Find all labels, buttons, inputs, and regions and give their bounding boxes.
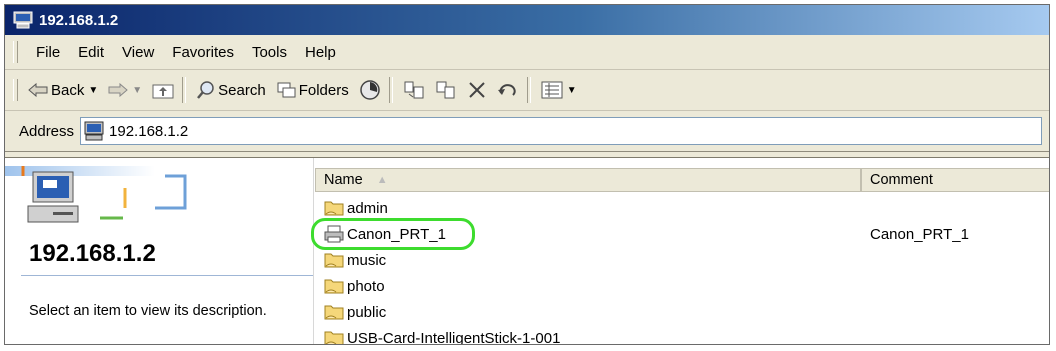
back-button[interactable]: Back ▼ <box>28 75 98 105</box>
folders-label: Folders <box>298 81 349 99</box>
toolbar-separator <box>388 77 393 103</box>
address-label: Address <box>19 122 75 140</box>
history-icon <box>359 80 380 100</box>
forward-arrow-icon <box>108 83 129 97</box>
toolbar-grip[interactable] <box>13 79 18 101</box>
menu-bar: File Edit View Favorites Tools Help <box>5 35 1049 70</box>
title-bar[interactable]: 192.168.1.2 <box>5 5 1049 35</box>
delete-x-icon <box>469 82 485 98</box>
menu-edit[interactable]: Edit <box>78 44 104 61</box>
pane-divider <box>21 275 313 276</box>
menu-tools[interactable]: Tools <box>252 44 287 61</box>
menu-favorites[interactable]: Favorites <box>172 44 234 61</box>
content-area: 192.168.1.2 Select an item to view its d… <box>5 157 1049 344</box>
views-dropdown-icon[interactable]: ▼ <box>567 85 577 96</box>
back-dropdown-icon[interactable]: ▼ <box>88 85 98 96</box>
shared-folder-icon <box>324 253 344 268</box>
forward-button[interactable]: ▼ <box>108 75 142 105</box>
computer-icon <box>27 171 79 223</box>
list-item[interactable]: music <box>323 248 386 272</box>
menu-file[interactable]: File <box>36 44 60 61</box>
column-header-comment[interactable]: Comment <box>861 168 1049 192</box>
list-item[interactable]: public <box>323 300 386 324</box>
list-item[interactable]: photo <box>323 274 385 298</box>
shared-folder-icon <box>324 305 344 320</box>
details-pane: 192.168.1.2 Select an item to view its d… <box>5 158 314 344</box>
back-arrow-icon <box>28 83 48 97</box>
list-item[interactable]: USB-Card-IntelligentStick-1-001 <box>323 326 561 345</box>
computer-icon <box>84 121 104 141</box>
toolbar-separator <box>182 77 187 103</box>
up-folder-button[interactable] <box>152 75 174 105</box>
menubar-grip[interactable] <box>13 41 18 63</box>
item-name: music <box>347 251 387 269</box>
address-bar: Address 192.168.1.2 <box>5 111 1049 152</box>
search-icon <box>197 81 214 99</box>
item-name: public <box>347 303 387 321</box>
forward-dropdown-icon[interactable]: ▼ <box>132 85 142 96</box>
views-button[interactable]: ▼ <box>541 75 577 105</box>
folders-button[interactable]: Folders <box>276 75 349 105</box>
window-title: 192.168.1.2 <box>39 11 119 29</box>
item-name: photo <box>347 277 385 295</box>
pane-title: 192.168.1.2 <box>29 240 156 267</box>
highlight-circle <box>311 218 475 250</box>
undo-button[interactable] <box>497 75 519 105</box>
toolbar-separator <box>526 77 531 103</box>
column-comment-label: Comment <box>870 172 933 188</box>
list-item[interactable]: admin <box>323 196 388 220</box>
back-label: Back <box>51 81 85 99</box>
copy-to-icon <box>436 81 455 99</box>
shared-folder-icon <box>324 201 344 216</box>
sort-ascending-icon: ▲ <box>376 174 388 186</box>
address-value: 192.168.1.2 <box>109 122 189 140</box>
shared-folder-icon <box>324 279 344 294</box>
file-list: Name ▲ Comment admin Canon_PRT_1 Canon_P… <box>311 158 1049 345</box>
item-name: admin <box>347 199 388 217</box>
item-comment: Canon_PRT_1 <box>870 226 969 243</box>
address-input[interactable]: 192.168.1.2 <box>80 117 1043 145</box>
item-name: USB-Card-IntelligentStick-1-001 <box>347 329 561 345</box>
column-header-name[interactable]: Name ▲ <box>315 168 861 192</box>
history-button[interactable] <box>359 75 381 105</box>
delete-button[interactable] <box>467 75 487 105</box>
undo-icon <box>497 84 516 96</box>
folders-icon <box>277 82 296 98</box>
views-icon <box>541 81 563 99</box>
menu-view[interactable]: View <box>122 44 154 61</box>
explorer-window: 192.168.1.2 File Edit View Favorites Too… <box>4 4 1050 345</box>
pane-description: Select an item to view its description. <box>29 303 267 319</box>
move-to-button[interactable] <box>403 75 425 105</box>
standard-toolbar: Back ▼ ▼ Search Folders ▼ <box>5 70 1049 111</box>
menu-help[interactable]: Help <box>305 44 336 61</box>
move-to-icon <box>404 81 424 99</box>
copy-to-button[interactable] <box>435 75 457 105</box>
computer-icon <box>13 11 33 29</box>
column-name-label: Name <box>324 172 363 188</box>
search-label: Search <box>218 81 266 99</box>
up-folder-icon <box>152 84 174 99</box>
search-button[interactable]: Search <box>196 75 266 105</box>
shared-folder-icon <box>324 331 344 344</box>
